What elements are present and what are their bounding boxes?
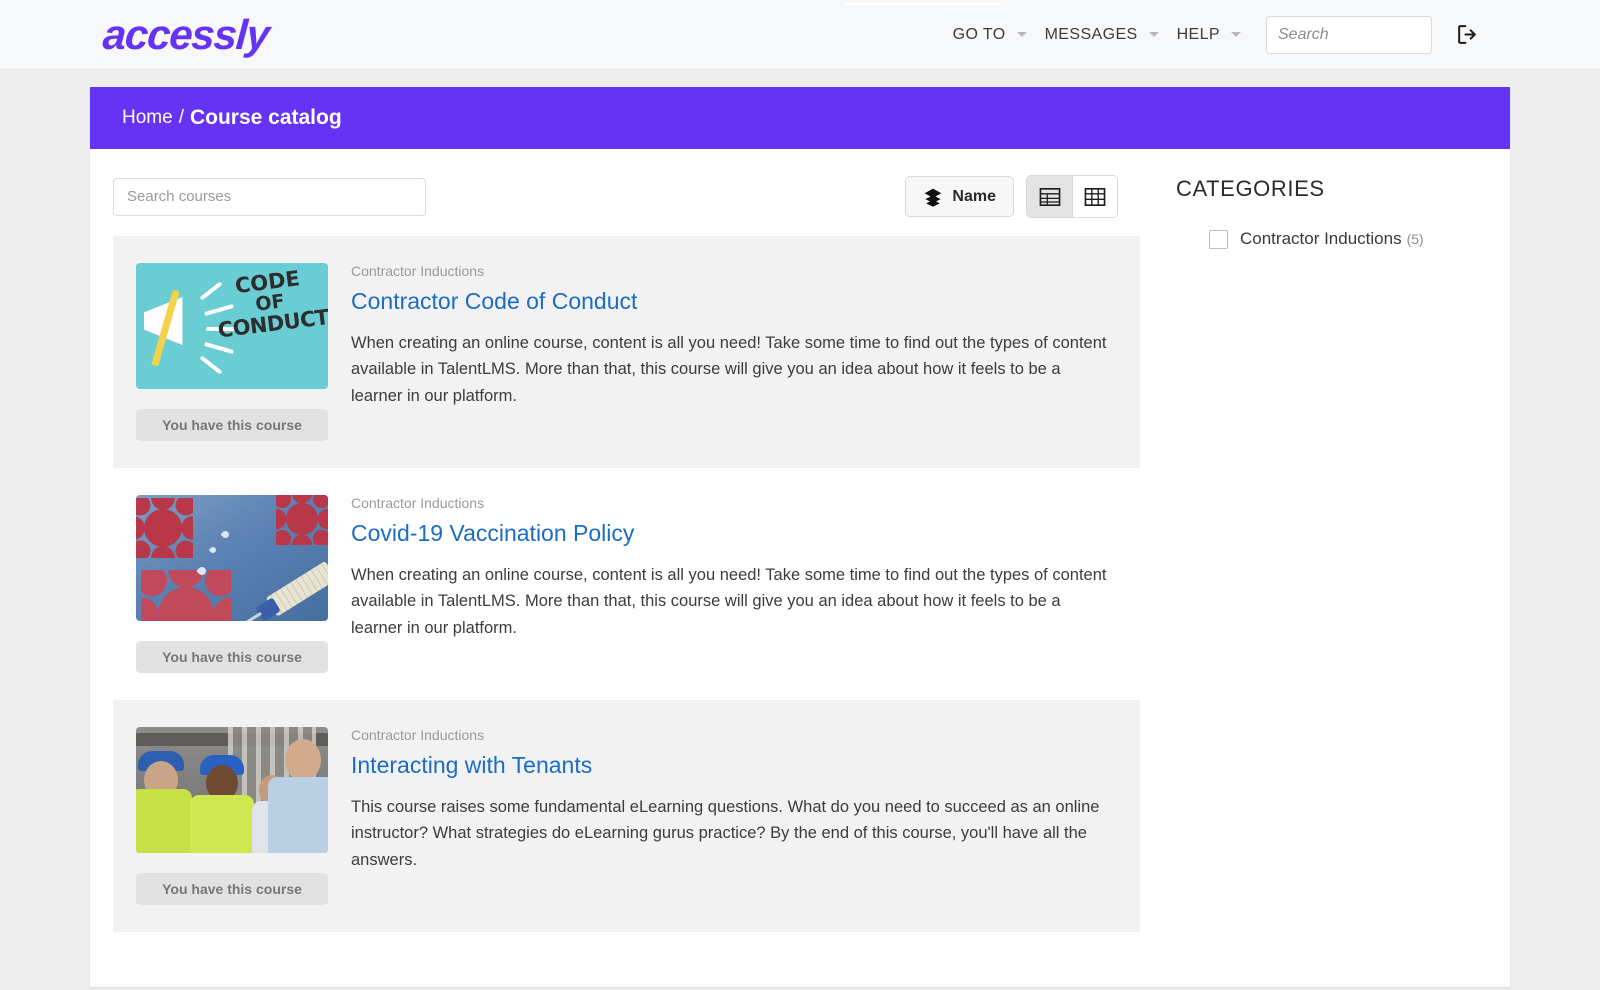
course-list-item[interactable]: You have this course Contractor Inductio… — [113, 700, 1140, 932]
hi-vis-vest — [136, 789, 192, 853]
nav-item-messages[interactable]: MESSAGES — [1036, 26, 1168, 44]
nav-item-messages-label: MESSAGES — [1044, 25, 1138, 43]
droplet — [208, 545, 218, 555]
top-hairline-decoration — [845, 3, 1000, 5]
search-courses-input[interactable] — [113, 177, 426, 216]
course-category-label: Contractor Inductions — [351, 495, 485, 511]
grid-view-button[interactable] — [1072, 176, 1117, 217]
course-description: When creating an online course, content … — [351, 334, 1107, 405]
nav-item-help-label: HELP — [1176, 25, 1220, 43]
course-title-link[interactable]: Contractor Code of Conduct — [351, 288, 637, 315]
course-thumbnail-column: CODE OF CONDUCT You have this course — [136, 263, 351, 441]
sound-ray — [204, 341, 234, 355]
virus-particle — [141, 570, 231, 621]
course-status-button[interactable]: You have this course — [136, 873, 328, 905]
sort-by-name-button[interactable]: Name — [905, 176, 1014, 217]
nav-item-go-to-label: GO TO — [952, 25, 1006, 43]
course-description: This course raises some fundamental eLea… — [351, 798, 1100, 869]
head — [285, 739, 321, 781]
course-thumbnail[interactable] — [136, 727, 328, 853]
toolbar-controls: Name — [905, 175, 1118, 218]
course-title-link[interactable]: Covid-19 Vaccination Policy — [351, 520, 634, 547]
chevron-down-icon — [1016, 32, 1027, 37]
chevron-down-icon — [1148, 32, 1159, 37]
top-navigation: GO TO MESSAGES HELP — [944, 15, 1482, 54]
syringe-icon — [223, 560, 328, 621]
content-row: Name — [90, 149, 1510, 932]
layers-icon — [925, 188, 942, 207]
checkbox-icon[interactable] — [1209, 229, 1228, 249]
course-thumbnail[interactable] — [136, 495, 328, 621]
logout-button[interactable] — [1452, 20, 1482, 50]
course-title-link[interactable]: Interacting with Tenants — [351, 752, 592, 779]
virus-particle — [276, 495, 328, 545]
course-info: Contractor Inductions Covid-19 Vaccinati… — [351, 495, 1140, 673]
app-logo[interactable]: accessly — [101, 11, 270, 58]
grid-icon — [1084, 187, 1106, 206]
list-view-button[interactable] — [1027, 176, 1072, 217]
nav-item-go-to[interactable]: GO TO — [944, 26, 1036, 44]
categories-sidebar: CATEGORIES Contractor Inductions (5) — [1140, 149, 1510, 932]
course-status-button[interactable]: You have this course — [136, 641, 328, 673]
course-thumbnail-column: You have this course — [136, 495, 351, 673]
page-container: Home / Course catalog Name — [90, 87, 1510, 987]
top-bar: accessly GO TO MESSAGES HELP — [0, 0, 1600, 70]
table-rows-icon — [1039, 187, 1060, 206]
droplet — [220, 529, 231, 540]
course-toolbar: Name — [113, 175, 1140, 218]
nav-item-help[interactable]: HELP — [1168, 26, 1250, 44]
sound-ray — [199, 355, 223, 375]
thumbnail-text: CODE OF CONDUCT — [211, 265, 328, 343]
worker-figure — [136, 747, 192, 853]
course-info: Contractor Inductions Contractor Code of… — [351, 263, 1140, 441]
sort-by-name-label: Name — [952, 187, 996, 205]
virus-particle — [136, 497, 194, 559]
page-title: Course catalog — [189, 106, 342, 129]
course-category-label: Contractor Inductions — [351, 727, 485, 743]
breadcrumb: Home / Course catalog — [90, 87, 1510, 149]
shirt — [268, 777, 328, 853]
course-thumbnail-column: You have this course — [136, 727, 351, 905]
code-of-conduct-megaphone-image: CODE OF CONDUCT — [136, 263, 328, 389]
course-list-column: Name — [90, 149, 1140, 932]
global-search-input[interactable] — [1266, 15, 1432, 54]
construction-workers-handshake-image — [136, 727, 328, 853]
worker-figure — [190, 755, 254, 853]
breadcrumb-home-link[interactable]: Home — [122, 107, 173, 129]
course-status-button[interactable]: You have this course — [136, 409, 328, 441]
course-category-label: Contractor Inductions — [351, 263, 485, 279]
categories-heading: CATEGORIES — [1176, 176, 1325, 201]
hi-vis-vest — [190, 795, 254, 853]
logout-icon — [1457, 25, 1476, 44]
course-thumbnail[interactable]: CODE OF CONDUCT — [136, 263, 328, 389]
course-list-item[interactable]: CODE OF CONDUCT You have this course Con… — [113, 236, 1140, 468]
covid-virus-syringe-image — [136, 495, 328, 621]
category-label: Contractor Inductions — [1240, 229, 1402, 248]
chevron-down-icon — [1231, 32, 1241, 37]
category-count: (5) — [1406, 231, 1424, 247]
breadcrumb-separator: / — [178, 107, 184, 128]
course-list-item[interactable]: You have this course Contractor Inductio… — [113, 468, 1140, 700]
category-filter-contractor-inductions[interactable]: Contractor Inductions (5) — [1176, 229, 1510, 249]
course-info: Contractor Inductions Interacting with T… — [351, 727, 1140, 905]
course-description: When creating an online course, content … — [351, 566, 1107, 637]
view-toggle-group — [1026, 175, 1118, 218]
worker-figure — [268, 737, 328, 853]
